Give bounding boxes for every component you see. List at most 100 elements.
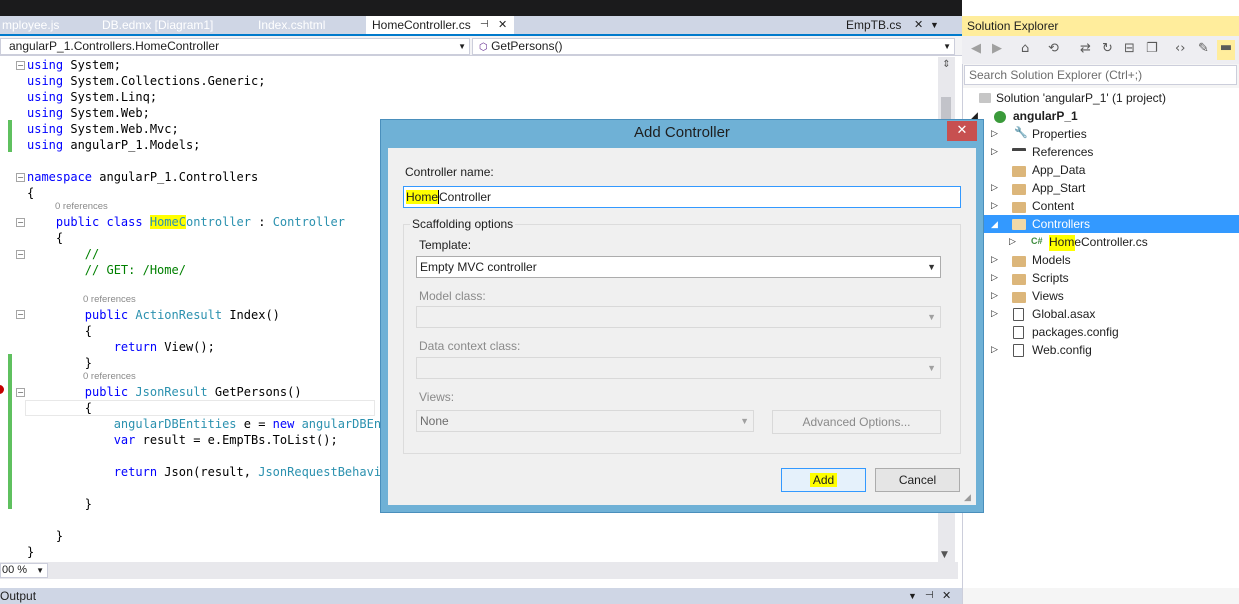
- tree-item-solution[interactable]: Solution 'angularP_1' (1 project): [996, 89, 1166, 107]
- template-value: Empty MVC controller: [420, 260, 537, 274]
- codelens-references[interactable]: 0 references: [55, 201, 108, 212]
- chevron-down-icon: ▼: [740, 416, 749, 426]
- collapse-all-icon[interactable]: ⊟: [1124, 41, 1135, 56]
- code-line: public JsonResult GetPersons(): [84, 385, 302, 399]
- collapse-icon[interactable]: −: [16, 310, 25, 319]
- properties-icon[interactable]: ✎: [1198, 41, 1209, 56]
- dialog-close-button[interactable]: ✕: [947, 121, 977, 141]
- collapse-icon[interactable]: −: [16, 218, 25, 227]
- collapsed-icon[interactable]: ▷: [991, 183, 998, 193]
- split-icon[interactable]: ⇕: [940, 59, 953, 73]
- tree-item-global-asax[interactable]: Global.asax: [1032, 305, 1095, 323]
- breakpoint-icon[interactable]: [0, 385, 4, 394]
- tab-label: EmpTB.cs: [846, 18, 902, 32]
- output-panel-header[interactable]: Output ▼ ⊣ ✕: [0, 588, 962, 604]
- code-line: {: [27, 186, 35, 200]
- model-class-select[interactable]: ▼: [416, 306, 941, 328]
- zoom-selector[interactable]: 00 % ▼: [0, 563, 48, 578]
- tab-label: HomeController.cs: [372, 18, 471, 32]
- tab-db-edmx[interactable]: DB.edmx [Diagram1]: [100, 16, 240, 36]
- member-selector-value: GetPersons(): [491, 39, 563, 53]
- collapsed-icon[interactable]: ▷: [991, 255, 998, 265]
- data-context-select[interactable]: ▼: [416, 357, 941, 379]
- code-line: //: [84, 247, 100, 261]
- controller-name-label: Controller name:: [405, 165, 494, 179]
- close-icon[interactable]: ✕: [914, 16, 923, 34]
- collapse-icon[interactable]: −: [16, 388, 25, 397]
- codelens-references[interactable]: 0 references: [83, 294, 136, 305]
- tab-label: mployee.js: [2, 18, 60, 32]
- views-value: None: [420, 414, 449, 428]
- collapsed-icon[interactable]: ▷: [1009, 237, 1016, 247]
- editor-horizontal-scrollbar[interactable]: [0, 562, 958, 579]
- tab-employee-js[interactable]: mployee.js: [0, 16, 82, 36]
- tree-item-properties[interactable]: Properties: [1032, 125, 1087, 143]
- solution-explorer-search[interactable]: Search Solution Explorer (Ctrl+;): [964, 65, 1237, 85]
- cancel-button[interactable]: Cancel: [875, 468, 960, 492]
- button-label: Cancel: [898, 473, 937, 487]
- chevron-down-icon[interactable]: ▼: [908, 588, 917, 604]
- collapse-icon[interactable]: −: [16, 61, 25, 70]
- scaffolding-label: Scaffolding options: [410, 217, 516, 231]
- controller-name-input[interactable]: HomeController: [403, 186, 961, 208]
- tree-item-scripts[interactable]: Scripts: [1032, 269, 1069, 287]
- tree-item-models[interactable]: Models: [1032, 251, 1071, 269]
- tree-label: Global.asax: [1032, 307, 1096, 321]
- tree-item-content[interactable]: Content: [1032, 197, 1074, 215]
- scroll-down-icon[interactable]: ▼: [941, 550, 948, 560]
- method-icon: ⬡: [479, 42, 488, 53]
- tree-item-views[interactable]: Views: [1032, 287, 1064, 305]
- collapsed-icon[interactable]: ▷: [991, 309, 998, 319]
- tree-item-references[interactable]: References: [1032, 143, 1093, 161]
- refresh-icon[interactable]: ↻: [1102, 41, 1113, 56]
- close-icon[interactable]: ✕: [942, 588, 951, 604]
- tree-item-controllers[interactable]: ◢ Controllers: [983, 215, 1239, 233]
- expanded-icon[interactable]: ◢: [991, 215, 998, 233]
- member-selector[interactable]: ⬡ GetPersons() ▼: [472, 38, 955, 55]
- code-line: using System;: [27, 58, 121, 72]
- code-line: using System.Web;: [27, 106, 150, 120]
- add-button[interactable]: Add: [781, 468, 866, 492]
- type-selector[interactable]: angularP_1.Controllers.HomeController ▼: [0, 38, 470, 55]
- close-icon[interactable]: ✕: [498, 16, 507, 34]
- tree-item-app-data[interactable]: App_Data: [1032, 161, 1085, 179]
- tree-item-project[interactable]: angularP_1: [1013, 107, 1078, 125]
- back-icon[interactable]: ◀: [971, 41, 981, 56]
- pin-icon[interactable]: ⊣: [480, 16, 489, 34]
- advanced-options-button[interactable]: Advanced Options...: [772, 410, 941, 434]
- tree-label: References: [1032, 145, 1094, 159]
- code-line: using System.Web.Mvc;: [27, 122, 179, 136]
- pin-icon[interactable]: ⊣: [925, 588, 934, 604]
- preview-icon[interactable]: ▬: [1217, 40, 1235, 60]
- collapse-icon[interactable]: −: [16, 173, 25, 182]
- codelens-references[interactable]: 0 references: [83, 371, 136, 382]
- dialog-title: Add Controller: [380, 119, 984, 147]
- code-line: }: [27, 545, 35, 559]
- tab-homecontroller-cs[interactable]: HomeController.cs ⊣ ✕: [366, 16, 514, 36]
- tab-index-cshtml[interactable]: Index.cshtml: [256, 16, 356, 36]
- forward-icon[interactable]: ▶: [992, 41, 1002, 56]
- collapsed-icon[interactable]: ▷: [991, 201, 998, 211]
- resize-grip-icon[interactable]: ◢: [964, 493, 971, 503]
- tree-item-app-start[interactable]: App_Start: [1032, 179, 1085, 197]
- tree-item-packages-config[interactable]: packages.config: [1032, 323, 1119, 341]
- code-line: }: [27, 497, 93, 511]
- collapsed-icon[interactable]: ▷: [991, 147, 998, 157]
- collapse-icon[interactable]: −: [16, 250, 25, 259]
- views-select[interactable]: None ▼: [416, 410, 754, 432]
- tree-item-web-config[interactable]: Web.config: [1032, 341, 1092, 359]
- show-all-files-icon[interactable]: ❐: [1146, 41, 1158, 56]
- history-icon[interactable]: ⟲: [1048, 41, 1059, 56]
- collapsed-icon[interactable]: ▷: [991, 291, 998, 301]
- collapsed-icon[interactable]: ▷: [991, 345, 998, 355]
- home-icon[interactable]: ⌂: [1021, 41, 1029, 56]
- tree-item-homecontroller[interactable]: HomeController.cs: [1049, 233, 1148, 251]
- collapsed-icon[interactable]: ▷: [991, 129, 998, 139]
- view-code-icon[interactable]: ‹›: [1175, 41, 1185, 56]
- chevron-down-icon[interactable]: ▼: [930, 16, 939, 34]
- sync-icon[interactable]: ⇄: [1080, 41, 1091, 56]
- template-select[interactable]: Empty MVC controller ▼: [416, 256, 941, 278]
- solution-icon: [979, 93, 991, 103]
- tab-emptb-cs[interactable]: EmpTB.cs ✕ ▼: [844, 16, 962, 36]
- collapsed-icon[interactable]: ▷: [991, 273, 998, 283]
